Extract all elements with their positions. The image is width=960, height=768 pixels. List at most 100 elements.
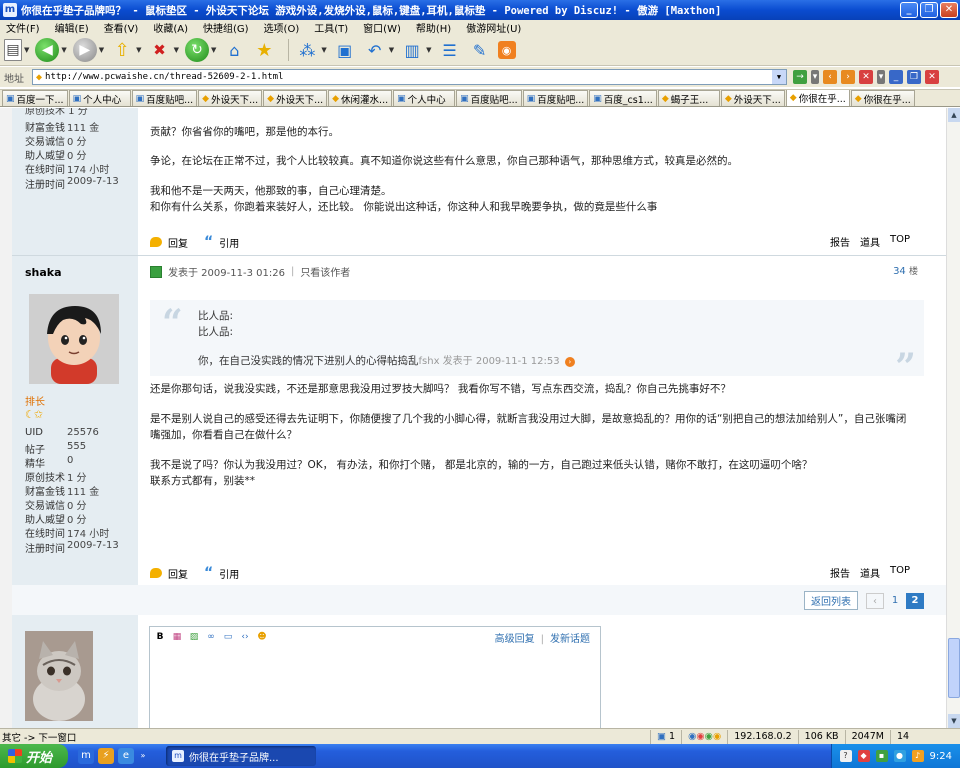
chevron-down-icon[interactable]: ▾: [811, 70, 819, 84]
scroll-down-icon[interactable]: ▼: [948, 714, 960, 728]
columns-icon[interactable]: ▥: [400, 38, 424, 62]
maxthon-quicklaunch-icon[interactable]: m: [78, 748, 94, 764]
quote-button[interactable]: 引用: [219, 566, 239, 581]
chevron-down-icon[interactable]: ▼: [426, 46, 431, 54]
tab-item[interactable]: ◆ 你很在乎...: [850, 90, 915, 106]
edit-icon[interactable]: ✎: [468, 38, 492, 62]
stop-icon[interactable]: ✖: [148, 38, 172, 62]
chevron-down-icon[interactable]: ▼: [321, 46, 326, 54]
jump-to-post-icon[interactable]: ›: [564, 357, 575, 367]
status-plugins[interactable]: ◉◉◉◉: [681, 729, 727, 744]
tab-item-active[interactable]: ◆ 你很在乎...: [785, 90, 850, 106]
chevron-down-icon[interactable]: ▼: [24, 46, 29, 54]
forward-icon[interactable]: ▶: [72, 38, 97, 62]
chevron-down-icon[interactable]: ▼: [174, 46, 179, 54]
tab-item[interactable]: ▣ 百度贴吧...: [522, 90, 589, 106]
start-button[interactable]: 开始: [0, 744, 68, 768]
close-button[interactable]: ✕: [940, 2, 958, 18]
tab-item[interactable]: ◆ 外设天下...: [720, 90, 785, 106]
chevron-down-icon[interactable]: ▼: [772, 70, 786, 84]
smiley-icon[interactable]: ☻: [256, 631, 268, 643]
color-icon[interactable]: ▦: [171, 631, 183, 643]
undo-icon[interactable]: ↶: [363, 38, 387, 62]
avatar[interactable]: [29, 294, 119, 384]
home-icon[interactable]: ⌂: [222, 38, 246, 62]
menu-tools[interactable]: 工具(T): [314, 20, 348, 35]
tab-item[interactable]: ◆ 蝎子王...: [657, 90, 720, 106]
go-icon[interactable]: →: [793, 70, 807, 84]
image-icon[interactable]: ▨: [188, 631, 200, 643]
maximize-button[interactable]: ❐: [920, 2, 938, 18]
quick-reply-editor[interactable]: B ▦ ▨ ∞ ▭ ‹› ☻ 高级回复 | 发新话题: [149, 626, 601, 728]
report-link[interactable]: 报告: [830, 234, 850, 249]
chevron-down-icon[interactable]: ▾: [877, 70, 885, 84]
prev-page-button[interactable]: ‹: [866, 592, 884, 609]
menu-view[interactable]: 查看(V): [104, 20, 139, 35]
quote-button[interactable]: 引用: [219, 235, 239, 250]
up-arrow-icon[interactable]: ⇧: [110, 38, 134, 62]
taskbar-window-item[interactable]: m 你很在乎垫子品牌...: [166, 746, 316, 766]
expand-quicklaunch-icon[interactable]: »: [138, 748, 148, 764]
tab-item[interactable]: ◆ 外设天下...: [198, 90, 263, 106]
page-1-link[interactable]: 1: [886, 593, 904, 609]
new-page-icon[interactable]: ▤: [4, 39, 22, 61]
menu-edit[interactable]: 编辑(E): [55, 20, 89, 35]
back-icon[interactable]: ◀: [35, 38, 60, 62]
floor-number[interactable]: 34 楼: [893, 264, 918, 277]
chevron-down-icon[interactable]: ▼: [389, 46, 394, 54]
address-input[interactable]: ◆ http://www.pcwaishe.cn/thread-52609-2-…: [32, 69, 787, 85]
quote-tool-icon[interactable]: ▭: [222, 631, 234, 643]
tab-close-icon[interactable]: ✕: [925, 70, 939, 84]
scroll-thumb[interactable]: [948, 638, 960, 698]
chevron-down-icon[interactable]: ▼: [211, 46, 216, 54]
chevron-down-icon[interactable]: ▼: [136, 46, 141, 54]
chevron-down-icon[interactable]: ▼: [61, 46, 66, 54]
tab-item[interactable]: ▣ 百度_cs1...: [589, 90, 657, 106]
close-tab-icon[interactable]: ✕: [859, 70, 873, 84]
new-topic-link[interactable]: 发新话题: [550, 634, 590, 645]
rss-icon[interactable]: ◉: [497, 41, 516, 59]
security-tray-icon[interactable]: ◆: [857, 750, 870, 762]
volume-tray-icon[interactable]: ♪: [911, 750, 924, 762]
link-icon[interactable]: ∞: [205, 631, 217, 643]
menu-file[interactable]: 文件(F): [6, 20, 40, 35]
ie-quicklaunch-icon[interactable]: e: [118, 748, 134, 764]
vertical-scrollbar[interactable]: ▲ ▼: [946, 108, 960, 728]
avatar[interactable]: [25, 631, 93, 721]
tools-link[interactable]: 道具: [860, 234, 880, 249]
next-tab-icon[interactable]: ›: [841, 70, 855, 84]
network-tray-icon[interactable]: ▪: [875, 750, 888, 762]
bold-icon[interactable]: B: [154, 631, 166, 643]
tools-link[interactable]: 道具: [860, 565, 880, 580]
qq-tray-icon[interactable]: ●: [893, 750, 906, 762]
top-link[interactable]: TOP: [890, 565, 910, 580]
prev-tab-icon[interactable]: ‹: [823, 70, 837, 84]
tab-item[interactable]: ◆ 外设天下...: [263, 90, 328, 106]
chevron-down-icon[interactable]: ▼: [99, 46, 104, 54]
top-link[interactable]: TOP: [890, 234, 910, 249]
code-icon[interactable]: ‹›: [239, 631, 251, 643]
list-icon[interactable]: ☰: [438, 38, 462, 62]
reply-button[interactable]: 回复: [168, 235, 188, 250]
restore-tab-icon[interactable]: ▣: [333, 38, 357, 62]
groups-icon[interactable]: ⁂: [295, 38, 319, 62]
menu-groups[interactable]: 快捷组(G): [203, 20, 249, 35]
help-tray-icon[interactable]: ?: [839, 750, 852, 762]
author-only-link[interactable]: 只看该作者: [300, 264, 350, 279]
refresh-icon[interactable]: ↻: [184, 38, 209, 62]
tab-item[interactable]: ▣ 百度一下...: [2, 90, 68, 106]
tab-restore-icon[interactable]: ❐: [907, 70, 921, 84]
tab-item[interactable]: ▣ 个人中心: [393, 90, 456, 106]
menu-help[interactable]: 帮助(H): [416, 20, 451, 35]
reply-button[interactable]: 回复: [168, 566, 188, 581]
app-quicklaunch-icon[interactable]: ⚡: [98, 748, 114, 764]
tab-item[interactable]: ▣ 个人中心: [68, 90, 131, 106]
tab-item[interactable]: ◆ 休闲灌水...: [328, 90, 393, 106]
menu-favorites[interactable]: 收藏(A): [153, 20, 188, 35]
post-author-name[interactable]: shaka: [25, 266, 62, 279]
scroll-up-icon[interactable]: ▲: [948, 108, 960, 122]
menu-window[interactable]: 窗口(W): [363, 20, 401, 35]
back-to-list-button[interactable]: 返回列表: [804, 591, 858, 610]
menu-maxthon-sites[interactable]: 傲游网址(U): [466, 20, 521, 35]
tab-minimize-icon[interactable]: _: [889, 70, 903, 84]
